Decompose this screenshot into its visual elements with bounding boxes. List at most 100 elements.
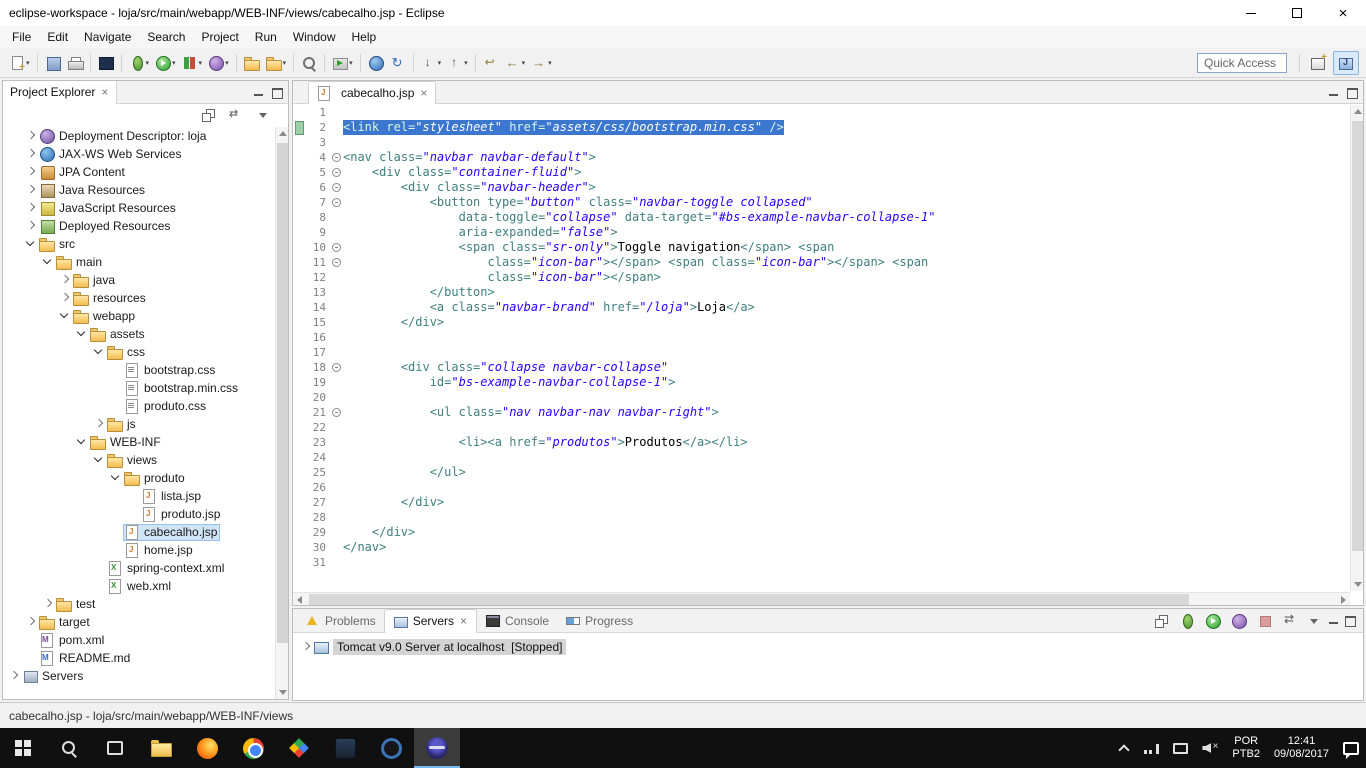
code-line[interactable]: 27 </div> bbox=[293, 495, 1350, 510]
refresh-button[interactable] bbox=[388, 51, 408, 75]
tree-item-js[interactable]: js bbox=[3, 415, 275, 433]
external-tools-dropdown-icon[interactable]: ▾ bbox=[349, 59, 353, 67]
next-annotation-button[interactable]: ▾ bbox=[419, 51, 444, 75]
close-icon[interactable]: × bbox=[459, 614, 468, 628]
code-line[interactable]: 25 </ul> bbox=[293, 465, 1350, 480]
tree-item-css[interactable]: css bbox=[3, 343, 275, 361]
debug-dropdown-icon[interactable]: ▾ bbox=[146, 59, 150, 67]
maximize-view-icon[interactable] bbox=[1345, 616, 1355, 625]
code-line[interactable]: 13 </button> bbox=[293, 285, 1350, 300]
tree-item-views[interactable]: views bbox=[3, 451, 275, 469]
tab-console[interactable]: Console bbox=[477, 609, 557, 633]
forward-dropdown-icon[interactable]: ▾ bbox=[548, 59, 552, 67]
code-line[interactable]: 23 <li><a href="produtos">Produtos</a></… bbox=[293, 435, 1350, 450]
code-area[interactable]: 12<link rel="stylesheet" href="assets/cs… bbox=[293, 105, 1350, 591]
profile-dropdown-icon[interactable]: ▾ bbox=[225, 59, 229, 67]
code-line[interactable]: 15 </div> bbox=[293, 315, 1350, 330]
editor-hscrollbar[interactable] bbox=[293, 592, 1350, 605]
expander-icon[interactable] bbox=[92, 417, 106, 431]
debug-server-button[interactable] bbox=[1177, 611, 1197, 631]
tree-item-produto-css[interactable]: produto.css bbox=[3, 397, 275, 415]
code-line[interactable]: 26 bbox=[293, 480, 1350, 495]
expander-icon[interactable] bbox=[24, 615, 38, 629]
tree-item-bootstrap-min-css[interactable]: bootstrap.min.css bbox=[3, 379, 275, 397]
coverage-dropdown-icon[interactable]: ▾ bbox=[199, 59, 203, 67]
tab-servers[interactable]: Servers× bbox=[384, 609, 477, 633]
code-line[interactable]: 9 aria-expanded="false"> bbox=[293, 225, 1350, 240]
previous-annotation-dropdown-icon[interactable]: ▾ bbox=[464, 59, 468, 67]
language-indicator[interactable]: POR PTB2 bbox=[1225, 728, 1267, 768]
collapse-fold-icon[interactable] bbox=[332, 408, 341, 417]
new-wizard-dropdown-icon[interactable]: ▾ bbox=[26, 59, 30, 67]
code-line[interactable]: 29 </div> bbox=[293, 525, 1350, 540]
tree-item-jax-ws-web-services[interactable]: JAX-WS Web Services bbox=[3, 145, 275, 163]
minimize-view-icon[interactable] bbox=[1329, 88, 1339, 97]
expander-icon[interactable] bbox=[41, 597, 55, 611]
back-button[interactable]: ▾ bbox=[503, 51, 528, 75]
taskbar-search-button[interactable] bbox=[46, 728, 92, 768]
code-line[interactable]: 30</nav> bbox=[293, 540, 1350, 555]
tree-item-java-resources[interactable]: Java Resources bbox=[3, 181, 275, 199]
explorer-scrollbar[interactable] bbox=[275, 127, 288, 699]
expander-icon[interactable] bbox=[75, 435, 89, 449]
web-browser-button[interactable] bbox=[366, 51, 386, 75]
tree-item-spring-context-xml[interactable]: spring-context.xml bbox=[3, 559, 275, 577]
expander-icon[interactable] bbox=[24, 237, 38, 251]
clock[interactable]: 12:41 09/08/2017 bbox=[1267, 728, 1336, 768]
code-line[interactable]: 1 bbox=[293, 105, 1350, 120]
tree-item-jpa-content[interactable]: JPA Content bbox=[3, 163, 275, 181]
expander-icon[interactable] bbox=[75, 327, 89, 341]
scrollbar-thumb[interactable] bbox=[309, 594, 1189, 605]
forward-button[interactable]: ▾ bbox=[529, 51, 554, 75]
collapse-fold-icon[interactable] bbox=[332, 258, 341, 267]
view-menu-icon[interactable] bbox=[1307, 614, 1323, 628]
close-icon[interactable]: × bbox=[419, 86, 428, 100]
tree-item-deployment-descriptor-loja[interactable]: Deployment Descriptor: loja bbox=[3, 127, 275, 145]
maximize-button[interactable] bbox=[1274, 0, 1320, 26]
tree-item-produto[interactable]: produto bbox=[3, 469, 275, 487]
collapse-fold-icon[interactable] bbox=[332, 363, 341, 372]
start-server-button[interactable] bbox=[1203, 611, 1223, 631]
tree-item-bootstrap-css[interactable]: bootstrap.css bbox=[3, 361, 275, 379]
maximize-view-icon[interactable] bbox=[272, 88, 282, 97]
expander-icon[interactable] bbox=[58, 291, 72, 305]
expander-icon[interactable] bbox=[7, 669, 21, 683]
scrollbar-thumb[interactable] bbox=[277, 143, 288, 643]
collapse-fold-icon[interactable] bbox=[332, 153, 341, 162]
new-wizard-button[interactable]: ▾ bbox=[7, 51, 32, 75]
javaee-perspective-button[interactable] bbox=[1333, 51, 1359, 75]
maximize-view-icon[interactable] bbox=[1347, 88, 1357, 97]
code-line[interactable]: 12 class="icon-bar"></span> bbox=[293, 270, 1350, 285]
print-button[interactable] bbox=[65, 51, 85, 75]
tree-item-produto-jsp[interactable]: produto.jsp bbox=[3, 505, 275, 523]
taskbar-app-diamond-button[interactable] bbox=[276, 728, 322, 768]
collapse-all-button[interactable] bbox=[1151, 611, 1171, 631]
scrollbar-thumb[interactable] bbox=[1352, 121, 1363, 551]
volume-tray-item[interactable] bbox=[1195, 728, 1225, 768]
tree-item-lista-jsp[interactable]: lista.jsp bbox=[3, 487, 275, 505]
taskbar-chrome-button[interactable] bbox=[230, 728, 276, 768]
expander-icon[interactable] bbox=[24, 129, 38, 143]
save-button[interactable] bbox=[43, 51, 63, 75]
tab-problems[interactable]: Problems bbox=[297, 609, 384, 633]
tree-item-web-xml[interactable]: web.xml bbox=[3, 577, 275, 595]
expander-icon[interactable] bbox=[24, 183, 38, 197]
next-annotation-dropdown-icon[interactable]: ▾ bbox=[438, 59, 442, 67]
external-tools-button[interactable]: ▾ bbox=[330, 51, 355, 75]
code-line[interactable]: 19 id="bs-example-navbar-collapse-1"> bbox=[293, 375, 1350, 390]
taskbar-app-dark-button[interactable] bbox=[322, 728, 368, 768]
code-line[interactable]: 17 bbox=[293, 345, 1350, 360]
collapse-fold-icon[interactable] bbox=[332, 183, 341, 192]
action-center-button[interactable] bbox=[1336, 728, 1366, 768]
quick-access-box[interactable]: Quick Access bbox=[1197, 53, 1287, 73]
tree-item-readme-md[interactable]: README.md bbox=[3, 649, 275, 667]
import-resources-dropdown-icon[interactable]: ▾ bbox=[283, 59, 287, 67]
code-line[interactable]: 20 bbox=[293, 390, 1350, 405]
code-line[interactable]: 31 bbox=[293, 555, 1350, 570]
menu-help[interactable]: Help bbox=[344, 27, 385, 47]
display-tray-item[interactable] bbox=[1166, 728, 1195, 768]
expander-icon[interactable] bbox=[24, 219, 38, 233]
tree-item-javascript-resources[interactable]: JavaScript Resources bbox=[3, 199, 275, 217]
expander-icon[interactable] bbox=[24, 201, 38, 215]
menu-search[interactable]: Search bbox=[139, 27, 193, 47]
